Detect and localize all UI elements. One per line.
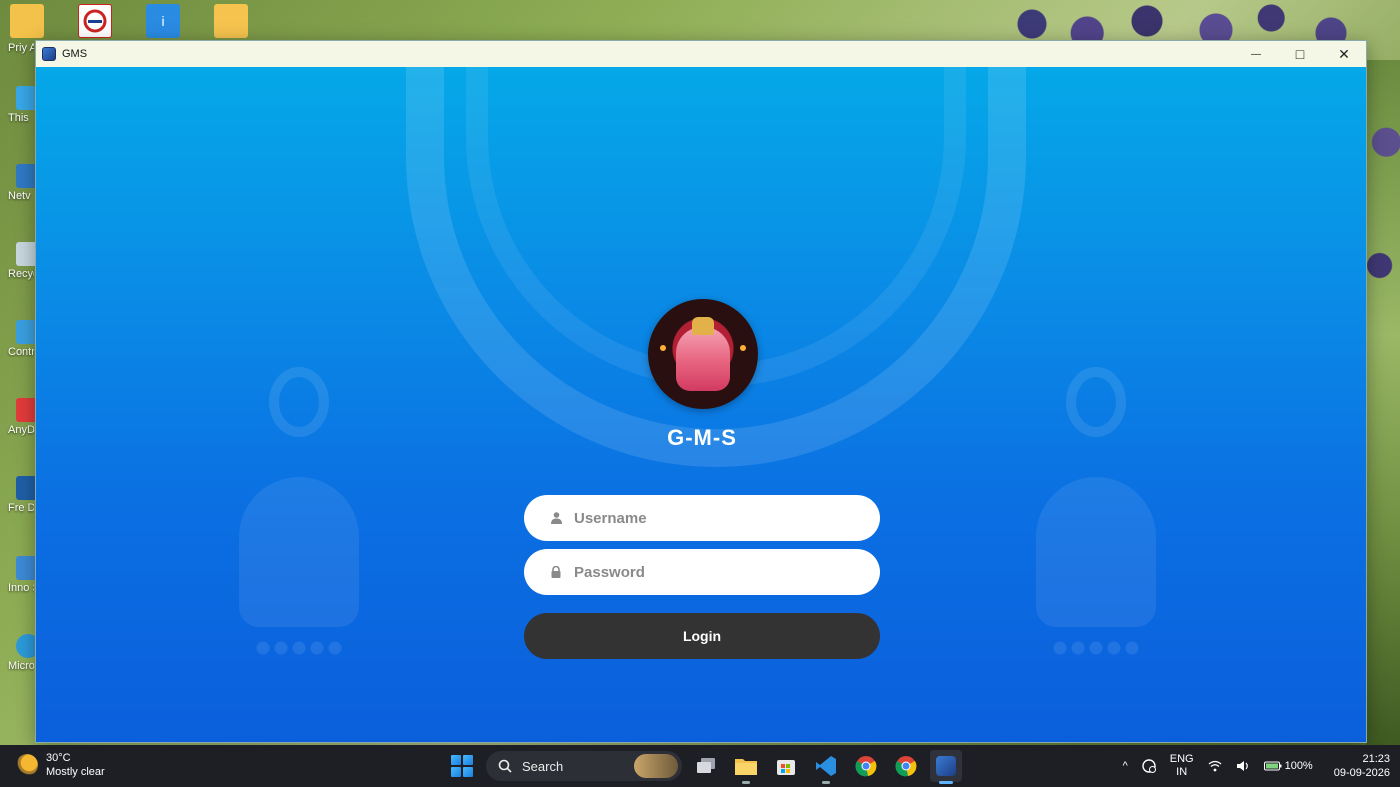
search-label: Search: [522, 758, 564, 774]
weather-widget[interactable]: 30°C Mostly clear: [16, 751, 105, 779]
desktop-icon-anydesk[interactable]: AnyD: [0, 398, 40, 437]
chrome-button[interactable]: [850, 750, 882, 782]
running-indicator: [822, 781, 830, 784]
desktop-icon-label: Recyc: [8, 268, 34, 280]
battery-percent: 100%: [1284, 760, 1313, 772]
close-icon: ✕: [1338, 45, 1350, 62]
task-view-icon: [697, 758, 715, 773]
wallpaper-foliage: [1366, 60, 1400, 745]
wifi-icon[interactable]: [1208, 760, 1222, 772]
lock-icon: [550, 565, 562, 579]
desktop-top-icons: i: [10, 4, 248, 38]
clock-date: 09-09-2026: [1333, 767, 1390, 779]
desktop-icon-recycle[interactable]: Recyc: [0, 242, 40, 281]
desktop-icon-network[interactable]: Netv: [0, 164, 40, 203]
windows-logo-icon: [451, 755, 473, 777]
desktop-icon-download[interactable]: Fre Dowr: [0, 476, 40, 515]
desktop-icon-label: Contro: [8, 346, 34, 358]
window-controls: — □ ✕: [1234, 41, 1366, 67]
window-title: GMS: [62, 48, 88, 60]
chrome-icon: [855, 756, 877, 777]
login-background: G-M-S Login: [36, 67, 1366, 742]
password-field[interactable]: [524, 549, 880, 595]
vscode-icon: [816, 756, 836, 776]
login-form: G-M-S Login: [36, 67, 1366, 742]
photos-icon[interactable]: i: [146, 4, 180, 38]
start-button[interactable]: [446, 750, 478, 782]
clock-time: 21:23: [1362, 753, 1390, 765]
desktop-icon-label: Micro Ed: [8, 660, 34, 672]
folder-icon: [735, 759, 757, 775]
password-input[interactable]: [574, 563, 864, 581]
app-shortcut-icon[interactable]: [78, 4, 112, 38]
desktop-icon-label: This: [8, 112, 29, 124]
taskbar-search[interactable]: Search: [486, 751, 682, 781]
desktop-icon-label: Priy Aga: [8, 42, 34, 54]
app-title: G-M-S: [667, 425, 737, 450]
chrome-icon: [895, 756, 917, 777]
desktop-icon-label: AnyD: [8, 424, 34, 436]
minimize-icon: —: [1251, 48, 1261, 60]
desktop-icons: Priy Aga This Netv Recyc Contro AnyD Fre…: [0, 0, 40, 745]
store-button[interactable]: [770, 750, 802, 782]
gms-app-icon: [42, 47, 56, 61]
weather-text: 30°C Mostly clear: [46, 751, 105, 779]
weather-temperature: 30°C: [46, 752, 71, 764]
taskbar-apps: Search: [446, 749, 962, 784]
maximize-button[interactable]: □: [1278, 41, 1322, 67]
search-icon: [498, 759, 512, 773]
username-input[interactable]: [574, 509, 864, 527]
battery-icon: [1263, 761, 1282, 771]
login-button[interactable]: Login: [524, 613, 880, 659]
running-indicator: [939, 781, 953, 784]
show-hidden-icons-button[interactable]: ^: [1123, 760, 1128, 772]
folder-icon[interactable]: [214, 4, 248, 38]
close-button[interactable]: ✕: [1322, 41, 1366, 67]
language-region: IN: [1176, 766, 1188, 778]
ganesha-logo: [648, 299, 758, 409]
title-bar[interactable]: GMS — □ ✕: [36, 41, 1366, 67]
desktop-icon-this-pc[interactable]: This: [0, 86, 40, 125]
desktop-icon-label: Inno S Com: [8, 582, 34, 594]
desktop-icon-inno[interactable]: Inno S Com: [0, 556, 40, 595]
running-indicator: [742, 781, 750, 784]
gms-taskbar-button[interactable]: [930, 750, 962, 784]
vpn-icon[interactable]: [1142, 759, 1156, 773]
minimize-button[interactable]: —: [1234, 41, 1278, 67]
weather-description: Mostly clear: [46, 766, 105, 778]
desktop-icon-edge[interactable]: Micro Ed: [0, 634, 40, 673]
weather-moon-icon: [16, 754, 38, 776]
clock[interactable]: 21:23 09-09-2026: [1334, 752, 1390, 780]
desktop-icon-user[interactable]: Priy Aga: [0, 42, 40, 55]
desktop-icon-label: Netv: [8, 190, 31, 202]
battery-indicator[interactable]: 100%: [1263, 760, 1313, 772]
volume-icon[interactable]: [1236, 760, 1250, 772]
chrome-profile-button[interactable]: [890, 750, 922, 782]
taskbar: 30°C Mostly clear Search ^ ENG IN 100% 2…: [0, 745, 1400, 787]
gms-window: GMS — □ ✕ G-M-S Username Login: [35, 40, 1367, 743]
system-tray: ^ ENG IN 100% 21:23 09-09-2026: [1116, 749, 1390, 783]
username-field[interactable]: [524, 495, 880, 541]
user-icon: [550, 511, 562, 525]
language-indicator[interactable]: ENG IN: [1170, 753, 1194, 779]
task-view-button[interactable]: [690, 750, 722, 782]
store-icon: [777, 760, 795, 775]
desktop-icon-label: Fre Dowr: [8, 502, 34, 514]
file-explorer-button[interactable]: [730, 750, 762, 784]
language-code: ENG: [1169, 753, 1194, 765]
maximize-icon: □: [1295, 46, 1305, 62]
gms-app-icon: [936, 756, 956, 776]
desktop-icon-control[interactable]: Contro: [0, 320, 40, 359]
vscode-button[interactable]: [810, 750, 842, 784]
search-highlight-image: [634, 754, 678, 778]
